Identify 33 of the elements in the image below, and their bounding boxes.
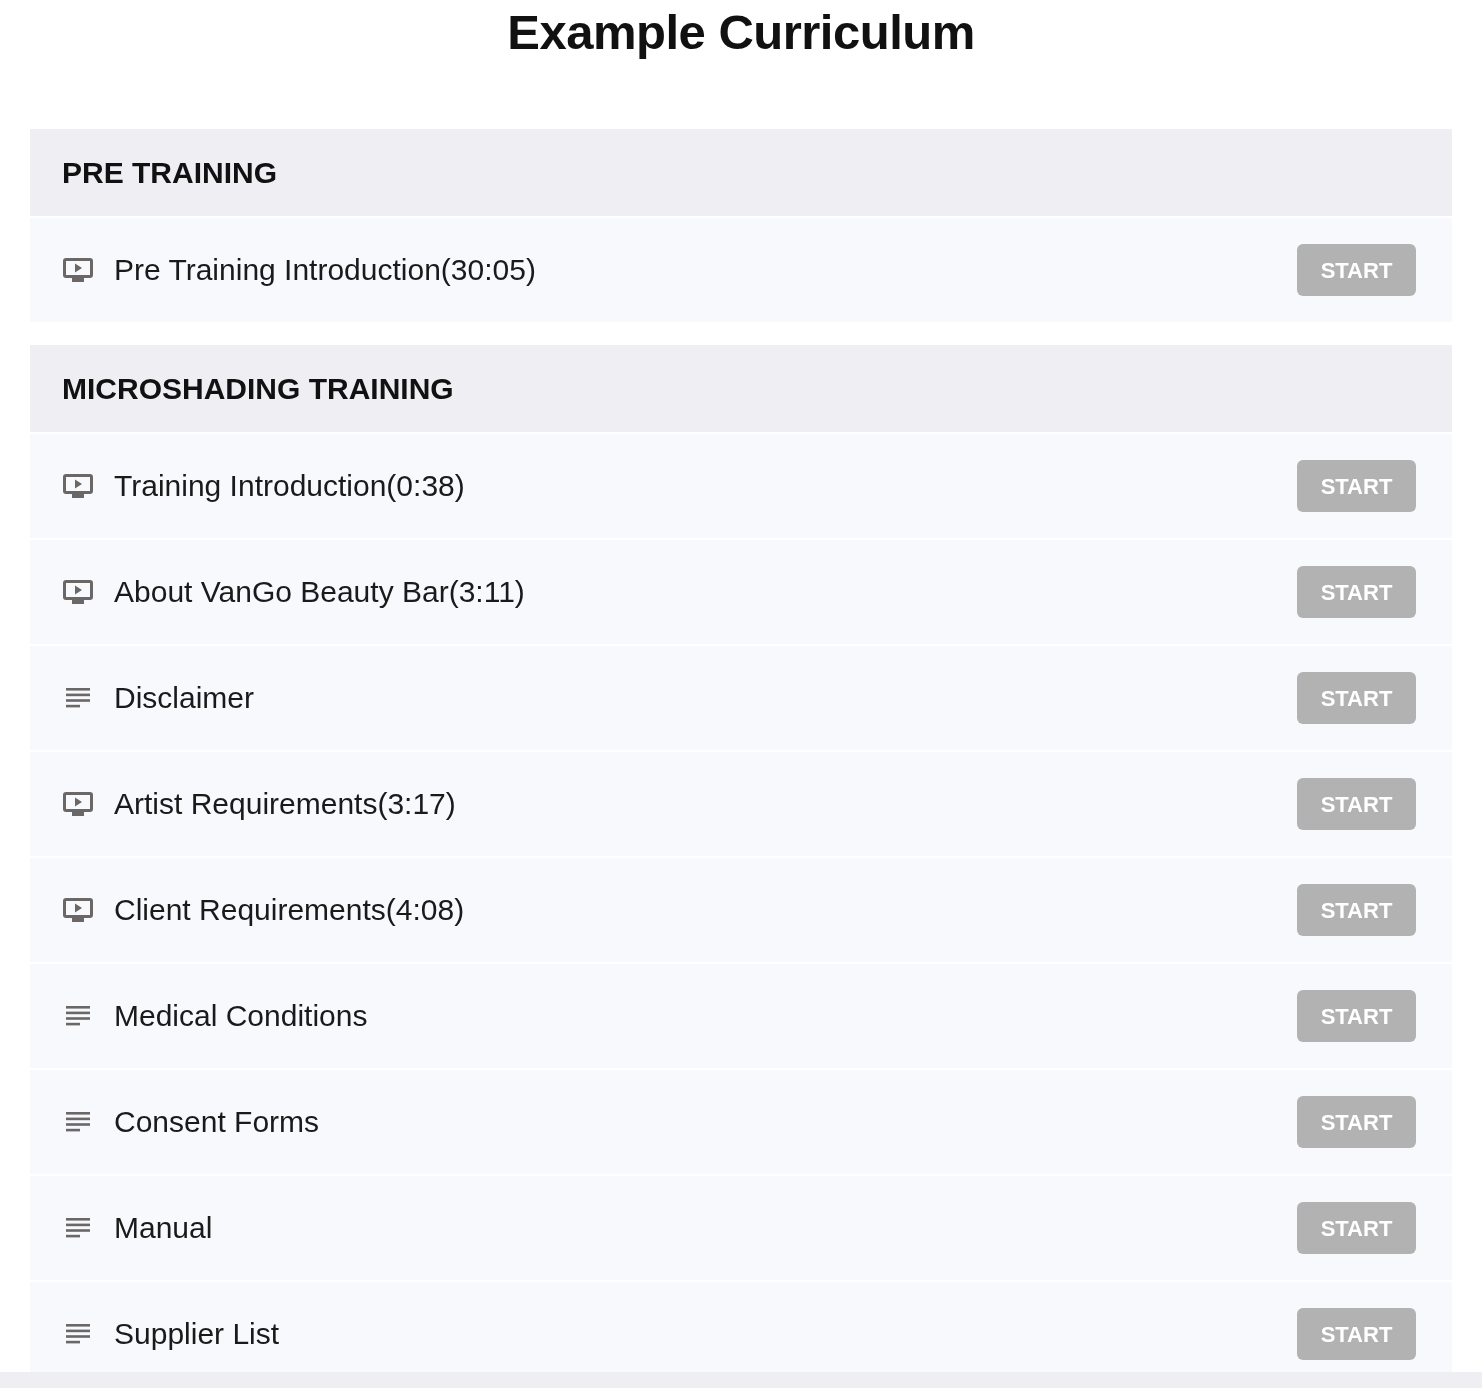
lesson-title: Supplier List bbox=[114, 1319, 281, 1349]
section-title: MICROSHADING TRAINING bbox=[62, 373, 454, 404]
video-play-icon bbox=[63, 474, 93, 498]
video-play-icon bbox=[63, 898, 93, 922]
lesson-title: About VanGo Beauty Bar(3:11) bbox=[114, 577, 526, 607]
text-lines-icon bbox=[66, 1218, 90, 1238]
lesson-title: Client Requirements(4:08) bbox=[114, 895, 466, 925]
lesson-title: Pre Training Introduction(30:05) bbox=[114, 255, 537, 285]
video-play-icon bbox=[63, 258, 93, 282]
lesson-row[interactable]: Consent Forms START bbox=[30, 1070, 1452, 1174]
video-play-icon bbox=[63, 792, 93, 816]
lesson-title: Consent Forms bbox=[114, 1107, 321, 1137]
lesson-row[interactable]: Artist Requirements(3:17) START bbox=[30, 752, 1452, 856]
lesson-row[interactable]: Pre Training Introduction(30:05) START bbox=[30, 218, 1452, 322]
lesson-title: Manual bbox=[114, 1213, 214, 1243]
text-lines-icon bbox=[66, 688, 90, 708]
section-title: PRE TRAINING bbox=[62, 157, 277, 188]
lesson-title: Artist Requirements(3:17) bbox=[114, 789, 457, 819]
lesson-row[interactable]: About VanGo Beauty Bar(3:11) START bbox=[30, 540, 1452, 644]
text-lines-icon bbox=[66, 1324, 90, 1344]
lesson-row[interactable]: Training Introduction(0:38) START bbox=[30, 434, 1452, 538]
lesson-title: Disclaimer bbox=[114, 683, 255, 713]
page-title: Example Curriculum bbox=[507, 4, 975, 61]
text-lines-icon bbox=[66, 1112, 90, 1132]
lesson-row[interactable]: Supplier List START bbox=[30, 1282, 1452, 1372]
lesson-title: Medical Conditions bbox=[114, 1001, 369, 1031]
lesson-row[interactable]: Disclaimer START bbox=[30, 646, 1452, 750]
lesson-row[interactable]: Medical Conditions START bbox=[30, 964, 1452, 1068]
video-play-icon bbox=[63, 580, 93, 604]
lesson-row[interactable]: Client Requirements(4:08) START bbox=[30, 858, 1452, 962]
lesson-title: Training Introduction(0:38) bbox=[114, 471, 466, 501]
lesson-row[interactable]: Manual START bbox=[30, 1176, 1452, 1280]
text-lines-icon bbox=[66, 1006, 90, 1026]
